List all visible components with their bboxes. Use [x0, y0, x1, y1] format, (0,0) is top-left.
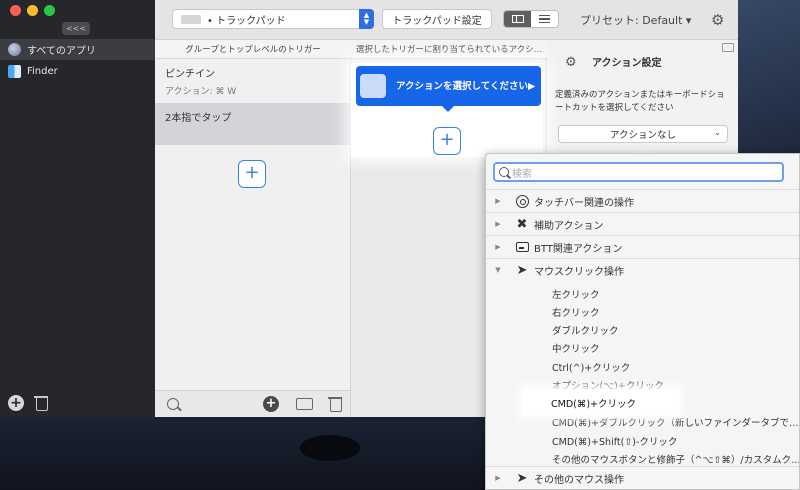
menu-category-mouse-click[interactable]: ▼ ➤ マウスクリック操作: [486, 258, 799, 281]
menu-category-label: タッチバー関連の操作: [534, 197, 634, 209]
folder-icon[interactable]: [296, 398, 313, 410]
action-dropdown[interactable]: アクションなし ⌄: [558, 125, 728, 143]
chevron-down-icon: ⌄: [714, 128, 721, 137]
menu-item-double-click[interactable]: ダブルクリック: [552, 323, 619, 337]
menu-category-label: マウスクリック操作: [534, 266, 624, 278]
preset-selector[interactable]: プリセット: Default ▾: [580, 12, 691, 28]
action-placeholder-icon: [360, 74, 386, 98]
menu-category-other-mouse[interactable]: ▶ ➤ その他のマウス操作: [486, 466, 799, 489]
collapse-sidebar-button[interactable]: <<<: [62, 22, 90, 35]
disclosure-down-icon: ▼: [495, 266, 501, 274]
select-action-bubble[interactable]: アクションを選択してください▶: [356, 66, 541, 112]
action-settings-title: アクション設定: [592, 58, 662, 69]
detach-panel-icon[interactable]: [722, 43, 734, 52]
trigger-row[interactable]: 2本指でタップ: [155, 103, 351, 145]
menu-category-label: BTT関連アクション: [534, 243, 623, 255]
list-icon: [539, 15, 550, 23]
close-window-button[interactable]: [10, 5, 21, 16]
sidebar-item-finder[interactable]: Finder: [0, 61, 155, 82]
add-action-button[interactable]: +: [433, 127, 461, 155]
menu-item-cmd-click[interactable]: CMD(⌘)+クリック: [551, 396, 636, 410]
columns-view-button[interactable]: [504, 11, 531, 27]
menu-category-label: 補助アクション: [534, 220, 604, 232]
gear-icon: ⚙: [565, 55, 577, 70]
device-popup-label: • トラックパッド: [207, 15, 286, 27]
menu-item-ctrl-click[interactable]: Ctrl(^)+クリック: [552, 360, 630, 374]
add-app-button[interactable]: +: [8, 395, 24, 411]
zoom-window-button[interactable]: [44, 5, 55, 16]
trackpad-settings-button[interactable]: トラックパッド設定: [382, 9, 492, 29]
columns-icon: [511, 15, 524, 23]
menu-category-assist[interactable]: ▶ ✖ 補助アクション: [486, 212, 799, 235]
menu-item-left-click[interactable]: 左クリック: [552, 287, 600, 301]
list-view-button[interactable]: [531, 11, 558, 27]
finder-icon: [8, 65, 21, 78]
disclosure-right-icon: ▶: [495, 197, 501, 205]
trigger-row[interactable]: ピンチイン アクション: ⌘ W: [155, 59, 351, 101]
select-action-text: アクションを選択してください▶: [396, 80, 536, 92]
toolbar: • トラックパッド ▲ ▼ トラックパッド設定 プリセット: Default ▾ …: [155, 0, 738, 40]
trigger-sublabel: アクション: ⌘ W: [165, 87, 237, 97]
add-trigger-footer-button[interactable]: +: [263, 396, 279, 412]
trigger-list: ピンチイン アクション: ⌘ W 2本指でタップ +: [155, 59, 351, 390]
disclosure-right-icon: ▶: [495, 243, 501, 251]
tools-icon: ✖: [516, 216, 528, 232]
device-popup[interactable]: • トラックパッド ▲ ▼: [172, 9, 374, 29]
trackpad-icon: [181, 14, 201, 24]
delete-app-button[interactable]: [34, 395, 48, 411]
delete-trigger-button[interactable]: [328, 396, 342, 412]
disclosure-right-icon: ▶: [495, 474, 501, 482]
menu-item-cmd-shift-click[interactable]: CMD(⌘)+Shift(⇧)-クリック: [552, 434, 677, 448]
window-controls: [10, 5, 55, 16]
minimize-window-button[interactable]: [27, 5, 38, 16]
trigger-label: ピンチイン: [165, 69, 215, 80]
cursor-icon: ➤: [516, 470, 528, 486]
menu-item-middle-click[interactable]: 中クリック: [552, 341, 600, 355]
app-sidebar: <<< すべてのアプリ Finder +: [0, 0, 155, 417]
menu-item-other-mouse-buttons[interactable]: その他のマウスボタンと修飾子（^⌥⇧⌘）/カスタムク…: [552, 452, 799, 466]
gear-icon[interactable]: ⚙: [711, 11, 724, 29]
desktop-rock: [300, 435, 360, 461]
trigger-label: 2本指でタップ: [165, 113, 232, 124]
btt-icon: [510, 242, 534, 252]
menu-item-right-click[interactable]: 右クリック: [552, 305, 600, 319]
touchbar-icon: [510, 194, 534, 208]
menu-category-touchbar[interactable]: ▶ タッチバー関連の操作: [486, 189, 799, 212]
action-settings-description: 定義済みのアクションまたはキーボードショートカットを選択してください: [555, 90, 725, 113]
col1-header: グループとトップレベルのトリガー: [155, 40, 351, 59]
sidebar-footer: +: [8, 395, 48, 411]
disclosure-right-icon: ▶: [495, 220, 501, 228]
globe-icon: [8, 43, 21, 56]
sidebar-item-all-apps[interactable]: すべてのアプリ: [0, 39, 155, 60]
action-menu: 検索 ▶ タッチバー関連の操作 ▶ ✖ 補助アクション ▶ BTT関連アクション…: [485, 153, 800, 490]
trigger-list-footer: +: [155, 390, 351, 417]
popup-stepper-icon: ▲ ▼: [359, 9, 374, 29]
menu-search-placeholder: 検索: [512, 168, 532, 180]
menu-item-cmd-double-click[interactable]: CMD(⌘)+ダブルクリック（新しいファインダータブで…: [552, 415, 799, 429]
cursor-icon: ➤: [516, 262, 528, 278]
view-mode-segmented-control: [503, 10, 559, 28]
action-dropdown-value: アクションなし: [609, 130, 677, 141]
menu-category-label: その他のマウス操作: [534, 474, 624, 486]
menu-search-field[interactable]: 検索: [493, 162, 784, 182]
sidebar-item-label: すべてのアプリ: [27, 46, 96, 57]
search-icon[interactable]: [167, 398, 179, 410]
add-trigger-button[interactable]: +: [238, 160, 266, 188]
menu-category-btt[interactable]: ▶ BTT関連アクション: [486, 235, 799, 258]
search-icon: [499, 167, 509, 177]
col2-header: 選択したトリガーに割り当てられているアクシ…: [351, 40, 547, 59]
sidebar-item-label: Finder: [27, 66, 58, 77]
